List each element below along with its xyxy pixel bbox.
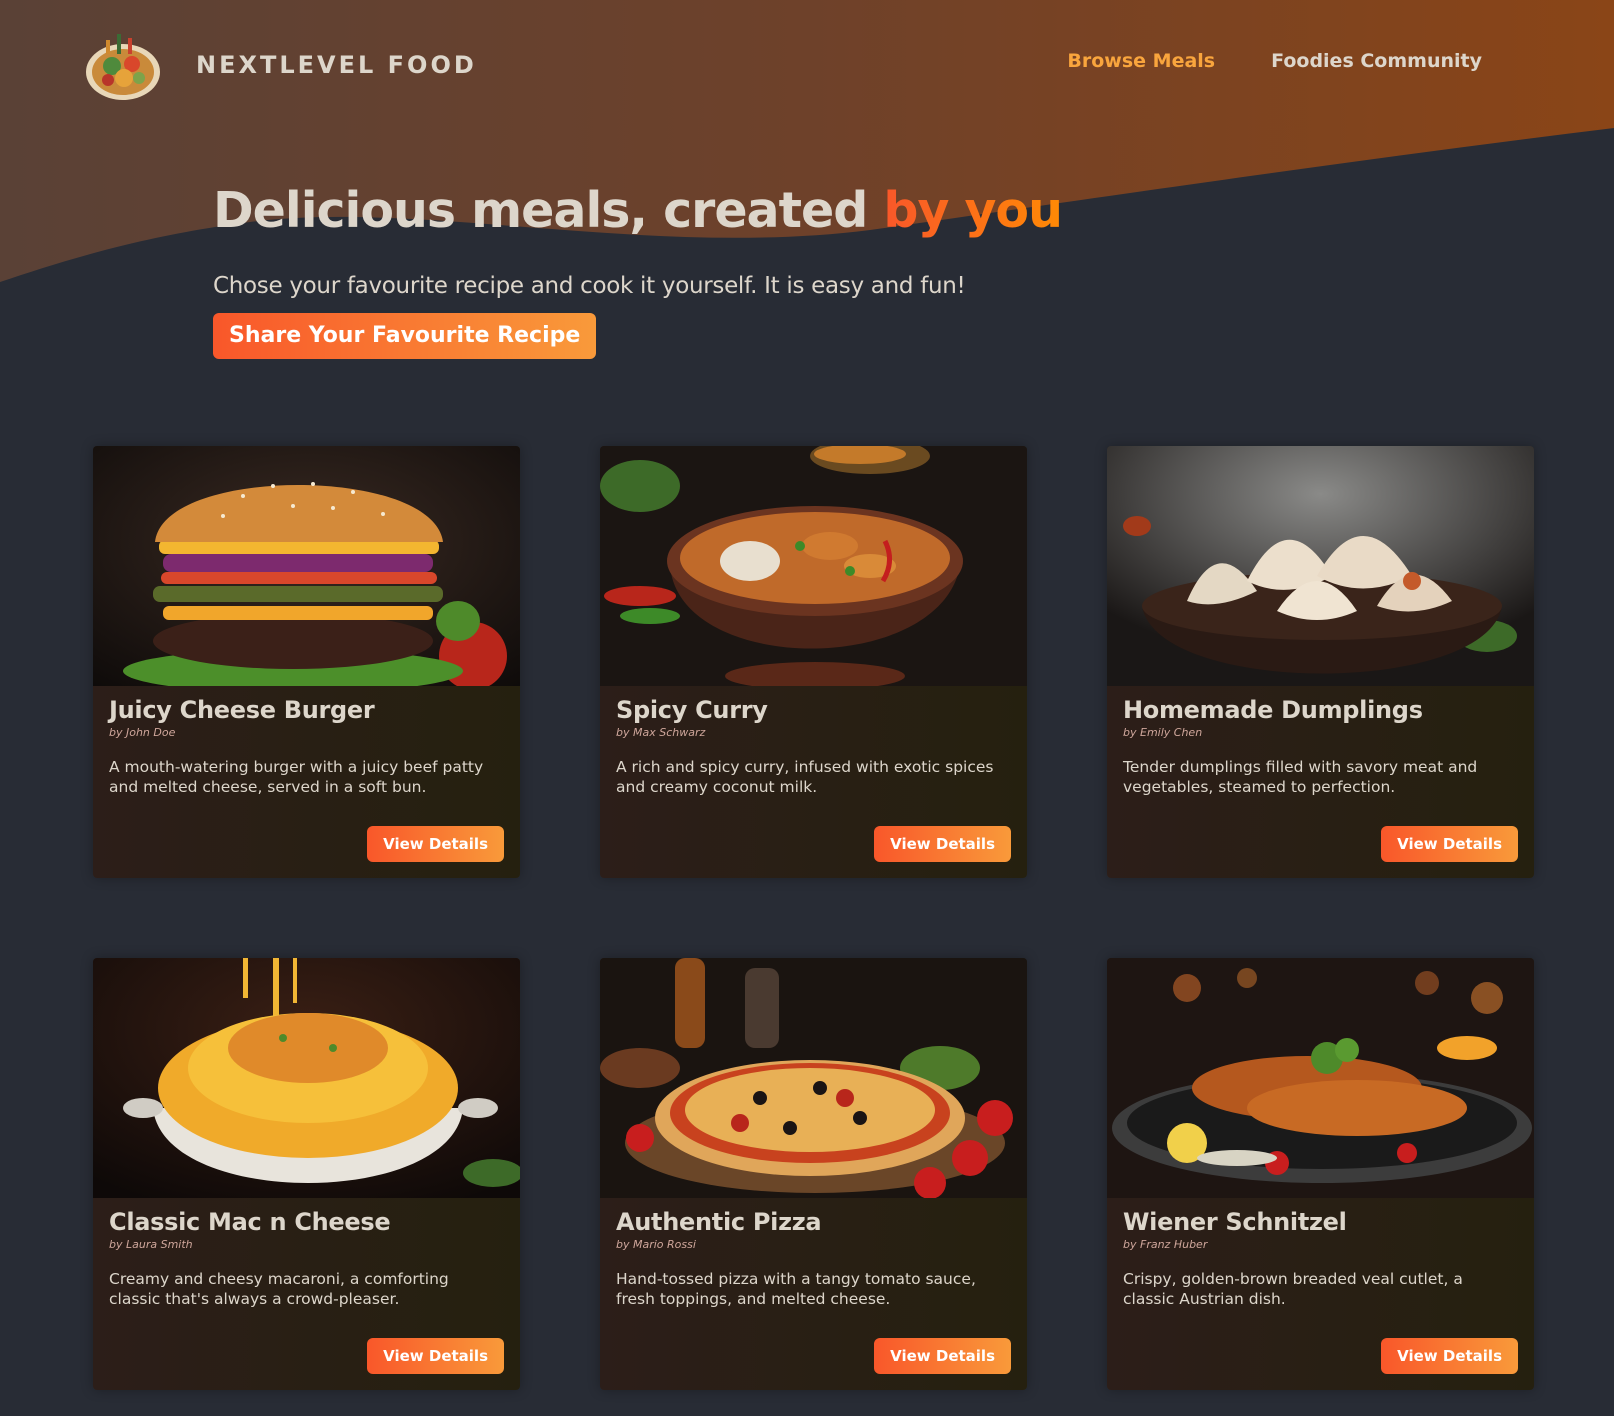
meal-title: Juicy Cheese Burger [109,696,375,724]
meal-title: Spicy Curry [616,696,768,724]
meal-author: by Mario Rossi [616,1238,696,1251]
hero-title: Delicious meals, created by you [213,182,1063,239]
meal-author: by Max Schwarz [616,726,706,739]
hero-subtitle: Chose your favourite recipe and cook it … [213,273,966,299]
meal-author: by Emily Chen [1123,726,1203,739]
view-details-button[interactable]: View Details [1381,1338,1518,1374]
meal-card: Juicy Cheese Burger by John Doe A mouth-… [93,446,520,878]
meal-summary: Creamy and cheesy macaroni, a comforting… [109,1270,449,1308]
view-details-button[interactable]: View Details [367,1338,504,1374]
meal-author: by Franz Huber [1123,1238,1208,1251]
meal-author: by Laura Smith [109,1238,193,1251]
nav-foodies-community[interactable]: Foodies Community [1271,50,1482,72]
meal-card: Wiener Schnitzel by Franz Huber Crispy, … [1107,958,1534,1390]
burger-photo [93,446,520,686]
mac-n-cheese-photo [93,958,520,1198]
site-name: NextLevel Food [196,51,477,79]
view-details-button[interactable]: View Details [874,826,1011,862]
meal-card: Authentic Pizza by Mario Rossi Hand-toss… [600,958,1027,1390]
view-details-button[interactable]: View Details [367,826,504,862]
hero-title-highlight: by you [883,182,1063,239]
view-details-button[interactable]: View Details [874,1338,1011,1374]
curry-photo [600,446,1027,686]
share-recipe-button[interactable]: Share Your Favourite Recipe [213,313,597,359]
meal-summary: A mouth-watering burger with a juicy bee… [109,758,484,796]
meal-title: Wiener Schnitzel [1123,1208,1347,1236]
hero: Delicious meals, created by you Chose yo… [213,182,1063,359]
food-plate-logo-icon [86,34,160,100]
meal-card: Spicy Curry by Max Schwarz A rich and sp… [600,446,1027,878]
main-nav: Browse Meals Foodies Community [1067,50,1482,72]
meal-summary: Tender dumplings filled with savory meat… [1123,758,1478,796]
meal-author: by John Doe [109,726,176,739]
dumplings-photo [1107,446,1534,686]
meal-title: Homemade Dumplings [1123,696,1423,724]
meal-title: Authentic Pizza [616,1208,822,1236]
logo-link[interactable]: NextLevel Food [84,26,477,104]
nav-browse-meals[interactable]: Browse Meals [1067,50,1215,72]
hero-title-text: Delicious meals, created [213,182,884,239]
pizza-photo [600,958,1027,1198]
schnitzel-photo [1107,958,1534,1198]
site-header: NextLevel Food Browse Meals Foodies Comm… [0,0,1614,130]
meal-title: Classic Mac n Cheese [109,1208,391,1236]
meal-summary: Crispy, golden-brown breaded veal cutlet… [1123,1270,1463,1308]
view-details-button[interactable]: View Details [1381,826,1518,862]
meal-card: Classic Mac n Cheese by Laura Smith Crea… [93,958,520,1390]
meal-summary: Hand-tossed pizza with a tangy tomato sa… [616,1270,976,1308]
meal-card: Homemade Dumplings by Emily Chen Tender … [1107,446,1534,878]
meal-summary: A rich and spicy curry, infused with exo… [616,758,994,796]
